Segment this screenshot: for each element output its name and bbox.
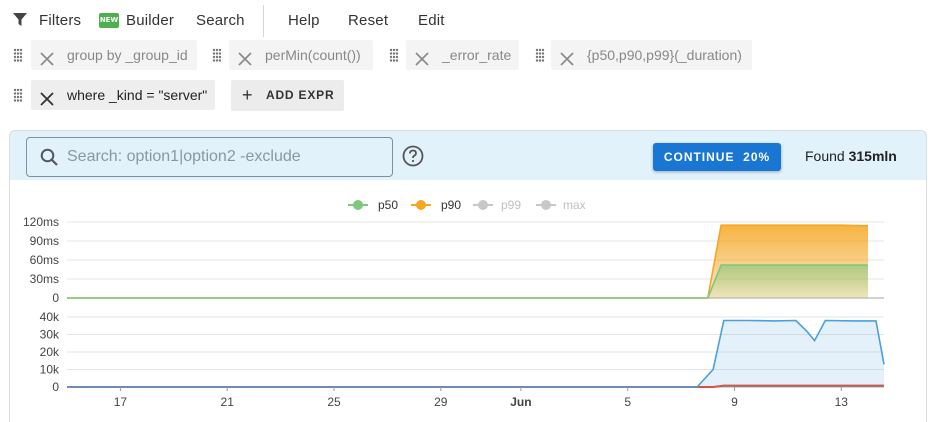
help-menu[interactable]: Help (288, 12, 320, 30)
menu-divider (263, 5, 264, 37)
x-tick-label: 5 (624, 395, 631, 409)
legend-item-p99[interactable]: p99 (473, 198, 521, 212)
y-tick-label: 10k (40, 363, 60, 377)
x-tick-label: 17 (114, 395, 128, 409)
y-tick-label: 30k (40, 328, 60, 342)
chip-label: where _kind = "server" (67, 87, 208, 103)
y-tick-label: 60ms (30, 253, 59, 267)
drag-handle-icon[interactable] (13, 88, 23, 102)
search-input[interactable] (65, 146, 389, 168)
results-panel: CONTINUE 20% Found 315mln p50 (9, 130, 927, 422)
filters-menu[interactable]: Filters (39, 12, 81, 30)
reset-menu[interactable]: Reset (348, 12, 388, 30)
x-tick-label: 21 (221, 395, 235, 409)
chip-label: {p50,p90,p99}(_duration) (587, 47, 742, 63)
y-tick-label: 0 (52, 380, 59, 394)
found-value: 315mln (848, 148, 897, 164)
legend-label-max: max (563, 198, 586, 212)
builder-menu[interactable]: Builder (126, 12, 174, 30)
y-tick-label: 90ms (30, 234, 59, 248)
legend-item-p90[interactable]: p90 (411, 198, 461, 212)
panel-header: CONTINUE 20% Found 315mln (10, 131, 926, 180)
help-icon[interactable] (402, 145, 424, 172)
drag-handle-icon[interactable] (389, 48, 399, 62)
search-menu[interactable]: Search (196, 12, 245, 30)
continue-label: CONTINUE (663, 150, 735, 164)
close-icon[interactable] (39, 87, 55, 106)
close-icon[interactable] (559, 47, 575, 66)
chip-where-kind[interactable]: where _kind = "server" (31, 80, 215, 110)
search-box[interactable] (26, 137, 393, 177)
y-tick-label: 40k (40, 310, 60, 324)
drag-handle-icon[interactable] (13, 48, 23, 62)
legend-item-p50[interactable]: p50 (348, 198, 398, 212)
drag-handle-icon[interactable] (535, 48, 545, 62)
y-tick-label: 120ms (23, 215, 59, 229)
legend-label-p50: p50 (378, 198, 398, 212)
x-tick-label: 25 (327, 395, 341, 409)
chip-percentiles[interactable]: {p50,p90,p99}(_duration) (551, 40, 752, 70)
found-count: Found 315mln (805, 148, 897, 164)
close-icon[interactable] (237, 47, 253, 66)
chip-label: group by _group_id (67, 47, 188, 63)
drag-handle-icon[interactable] (212, 48, 222, 62)
legend-label-p99: p99 (501, 198, 521, 212)
plus-icon: + (242, 85, 254, 105)
x-tick-label: Jun (510, 395, 531, 409)
continue-progress: 20% (743, 150, 771, 164)
chip-group-by[interactable]: group by _group_id (31, 40, 197, 70)
chip-label: perMin(count()) (265, 47, 361, 63)
continue-button[interactable]: CONTINUE 20% (653, 143, 781, 171)
close-icon[interactable] (414, 47, 430, 66)
series-area-count (67, 320, 884, 387)
close-icon[interactable] (39, 47, 55, 66)
x-tick-label: 13 (835, 395, 849, 409)
found-prefix: Found (805, 148, 845, 164)
chip-error-rate[interactable]: _error_rate (406, 40, 519, 70)
y-tick-label: 20k (40, 345, 60, 359)
chart-legend: p50 p90 p99 max (348, 198, 586, 212)
search-icon (40, 148, 58, 171)
add-expr-button[interactable]: + ADD EXPR (231, 80, 344, 111)
chip-label: _error_rate (442, 47, 512, 63)
new-badge: NEW (99, 13, 119, 28)
x-tick-label: 9 (731, 395, 738, 409)
edit-menu[interactable]: Edit (418, 12, 445, 30)
series-area-p50 (67, 265, 868, 298)
legend-label-p90: p90 (441, 198, 461, 212)
legend-item-max[interactable]: max (536, 198, 586, 212)
y-tick-label: 30ms (30, 272, 59, 286)
y-tick-label: 0 (52, 291, 59, 305)
x-tick-label: 29 (434, 395, 448, 409)
add-expr-label: ADD EXPR (266, 88, 335, 102)
chip-per-min-count[interactable]: perMin(count()) (229, 40, 373, 70)
toolbar: Filters NEW Builder Search Help Reset Ed… (0, 0, 933, 40)
filter-icon[interactable] (13, 13, 27, 32)
charts-area: p50 p90 p99 max 120ms 90ms 60ms 30ms 0 40k 30k… (23, 198, 885, 409)
